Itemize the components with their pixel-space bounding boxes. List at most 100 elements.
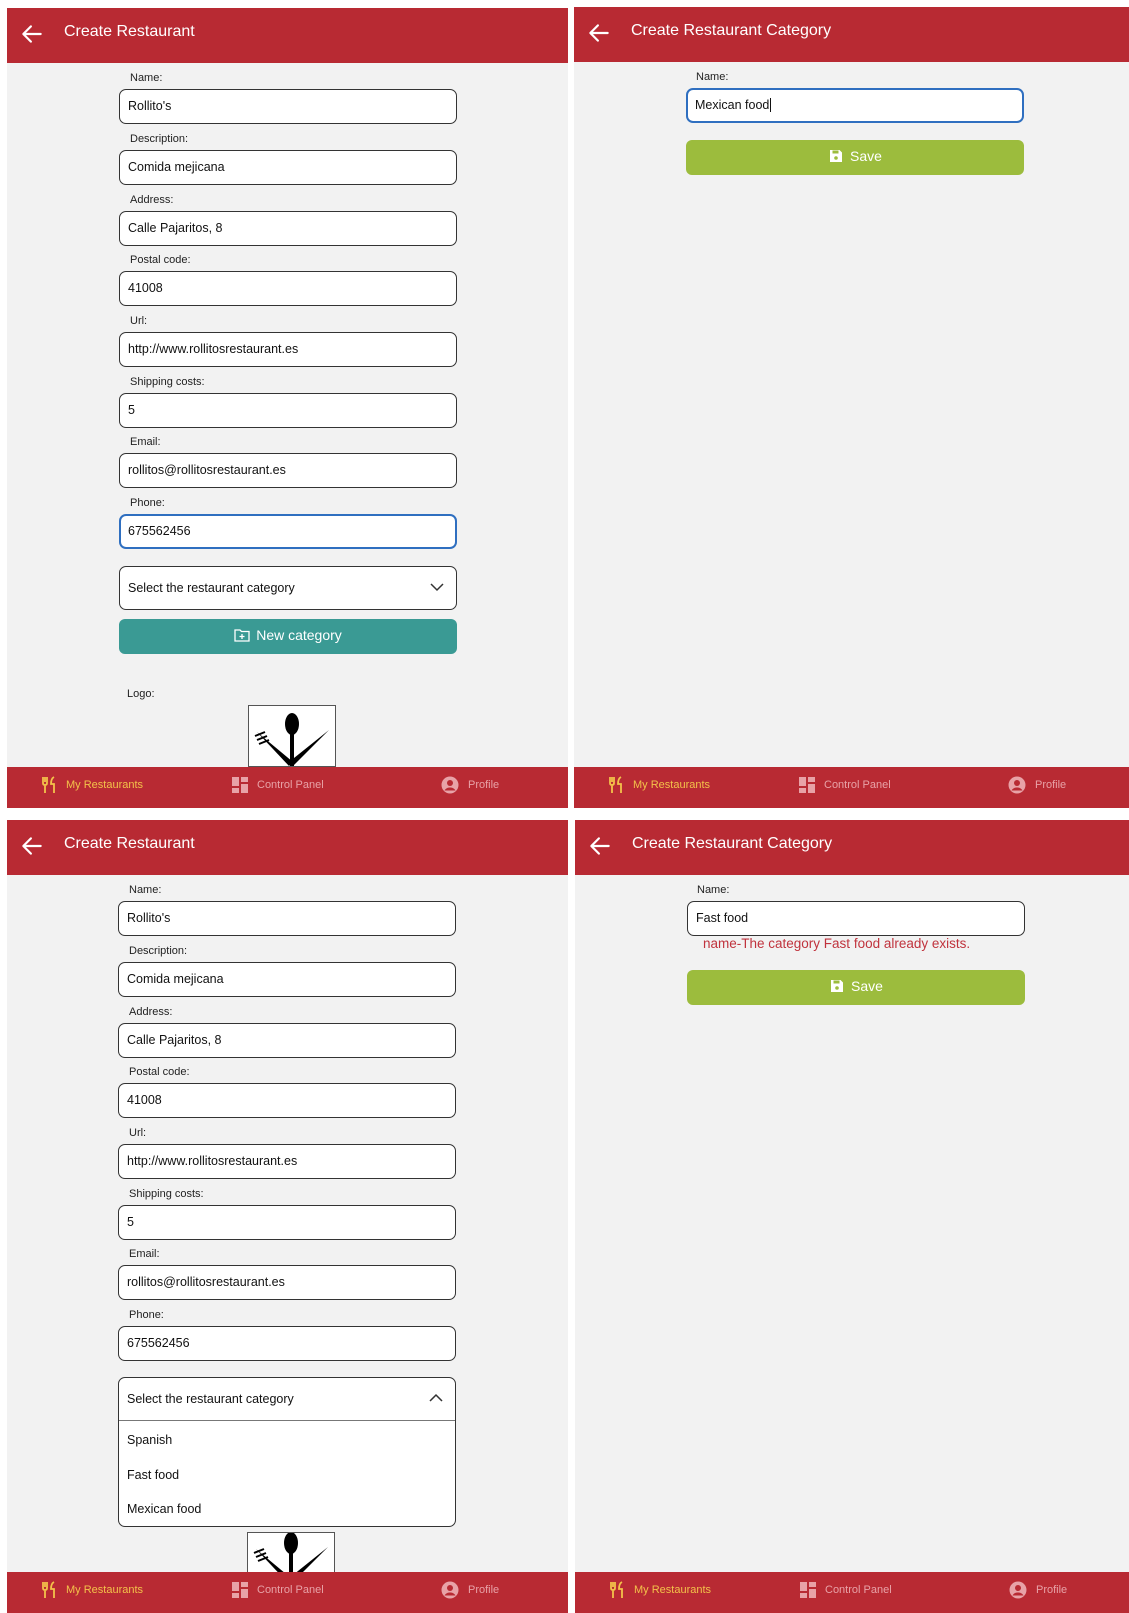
shipping-costs-input[interactable]: 5 [119,393,457,428]
fork-knife-icon [42,776,55,793]
save-icon [830,150,843,162]
tab-control-panel[interactable]: Control Panel [231,1582,324,1598]
tab-control-panel[interactable]: Control Panel [231,777,324,793]
tab-my-restaurants[interactable]: My Restaurants [41,776,143,793]
email-input[interactable]: rollitos@rollitosrestaurant.es [119,453,457,488]
logo-label: Logo: [127,688,155,700]
save-label: Save [851,978,883,994]
create-category-panel-1: Create Restaurant Category Name: Mexican… [574,7,1129,808]
new-category-button[interactable]: New category [119,619,457,654]
back-arrow-icon[interactable] [19,833,45,859]
category-name-input[interactable]: Mexican food [686,88,1024,123]
chevron-down-icon [430,583,444,592]
name-input[interactable]: Rollito's [118,901,456,936]
tab-my-restaurants[interactable]: My Restaurants [608,776,710,793]
tab-profile[interactable]: Profile [441,1581,499,1599]
postal-code-input[interactable]: 41008 [119,271,457,306]
shipping-costs-input[interactable]: 5 [118,1205,456,1240]
tab-my-restaurants[interactable]: My Restaurants [609,1581,711,1598]
create-category-panel-2: Create Restaurant Category Name: Fast fo… [575,820,1129,1613]
category-name-label: Name: [697,884,730,896]
name-label: Name: [129,884,162,896]
category-select-text: Select the restaurant category [127,1392,294,1406]
tab-control-panel[interactable]: Control Panel [799,1582,892,1598]
postal-code-label: Postal code: [129,1066,190,1078]
category-option-fast-food[interactable]: Fast food [127,1468,179,1482]
dashboard-icon [800,1582,816,1598]
save-button[interactable]: Save [686,140,1024,175]
category-dropdown-header[interactable]: Select the restaurant category [119,1378,455,1421]
url-label: Url: [129,1127,147,1139]
chevron-up-icon [429,1393,443,1402]
logo-image[interactable] [248,705,336,767]
category-select-text: Select the restaurant category [128,581,295,595]
tab-profile[interactable]: Profile [1008,776,1066,794]
page-title: Create Restaurant Category [631,22,832,39]
back-arrow-icon[interactable] [19,21,45,47]
bottom-tab-bar: My Restaurants Control Panel Profile [7,767,568,808]
back-arrow-icon[interactable] [587,833,613,859]
phone-label: Phone: [129,1309,164,1321]
email-input[interactable]: rollitos@rollitosrestaurant.es [118,1265,456,1300]
url-label: Url: [130,315,148,327]
email-label: Email: [129,1248,160,1260]
fork-knife-icon [42,1581,55,1598]
description-label: Description: [129,945,188,957]
address-input[interactable]: Calle Pajaritos, 8 [119,211,457,246]
save-button[interactable]: Save [687,970,1025,1005]
name-input[interactable]: Rollito's [119,89,457,124]
user-circle-icon [1009,1581,1027,1599]
postal-code-label: Postal code: [130,254,191,266]
save-icon [831,980,844,992]
app-header: Create Restaurant Category [574,7,1129,62]
bottom-tab-bar: My Restaurants Control Panel Profile [575,1572,1129,1613]
category-name-input[interactable]: Fast food [687,901,1025,936]
user-circle-icon [1008,776,1026,794]
fork-knife-icon [609,776,622,793]
category-option-mexican-food[interactable]: Mexican food [127,1502,201,1516]
save-label: Save [850,148,882,164]
back-arrow-icon[interactable] [586,20,612,46]
category-select[interactable]: Select the restaurant category [119,566,457,610]
dashboard-icon [232,777,248,793]
dashboard-icon [799,777,815,793]
phone-input[interactable]: 675562456 [118,1326,456,1361]
folder-plus-icon [234,629,250,642]
url-input[interactable]: http://www.rollitosrestaurant.es [118,1144,456,1179]
category-name-value: Mexican food [695,98,770,112]
shipping-costs-label: Shipping costs: [130,376,205,388]
postal-code-input[interactable]: 41008 [118,1083,456,1118]
tab-control-panel[interactable]: Control Panel [798,777,891,793]
shipping-costs-label: Shipping costs: [129,1188,204,1200]
bottom-tab-bar: My Restaurants Control Panel Profile [574,767,1129,808]
new-category-label: New category [256,627,342,643]
app-header: Create Restaurant [7,820,568,875]
tab-profile[interactable]: Profile [441,776,499,794]
address-label: Address: [130,194,174,206]
cutlery-icon [254,713,329,766]
create-restaurant-panel-1: Create Restaurant Name: Rollito's Descri… [7,8,568,808]
phone-label: Phone: [130,497,165,509]
page-title: Create Restaurant [64,835,195,852]
phone-input[interactable]: 675562456 [119,514,457,549]
fork-knife-icon [610,1581,623,1598]
name-label: Name: [130,72,163,84]
page-title: Create Restaurant [64,23,195,40]
category-dropdown[interactable]: Select the restaurant category Spanish F… [118,1377,456,1527]
create-restaurant-panel-2: Create Restaurant Name: Rollito's Descri… [7,820,568,1613]
url-input[interactable]: http://www.rollitosrestaurant.es [119,332,457,367]
email-label: Email: [130,436,161,448]
category-option-spanish[interactable]: Spanish [127,1433,172,1447]
category-name-label: Name: [696,71,729,83]
address-label: Address: [129,1006,173,1018]
tab-my-restaurants[interactable]: My Restaurants [41,1581,143,1598]
tab-profile[interactable]: Profile [1009,1581,1067,1599]
text-caret [770,98,772,112]
description-input[interactable]: Comida mejicana [118,962,456,997]
user-circle-icon [441,1581,459,1599]
description-input[interactable]: Comida mejicana [119,150,457,185]
user-circle-icon [441,776,459,794]
app-header: Create Restaurant [7,8,568,63]
address-input[interactable]: Calle Pajaritos, 8 [118,1023,456,1058]
error-message: name-The category Fast food already exis… [703,936,971,951]
